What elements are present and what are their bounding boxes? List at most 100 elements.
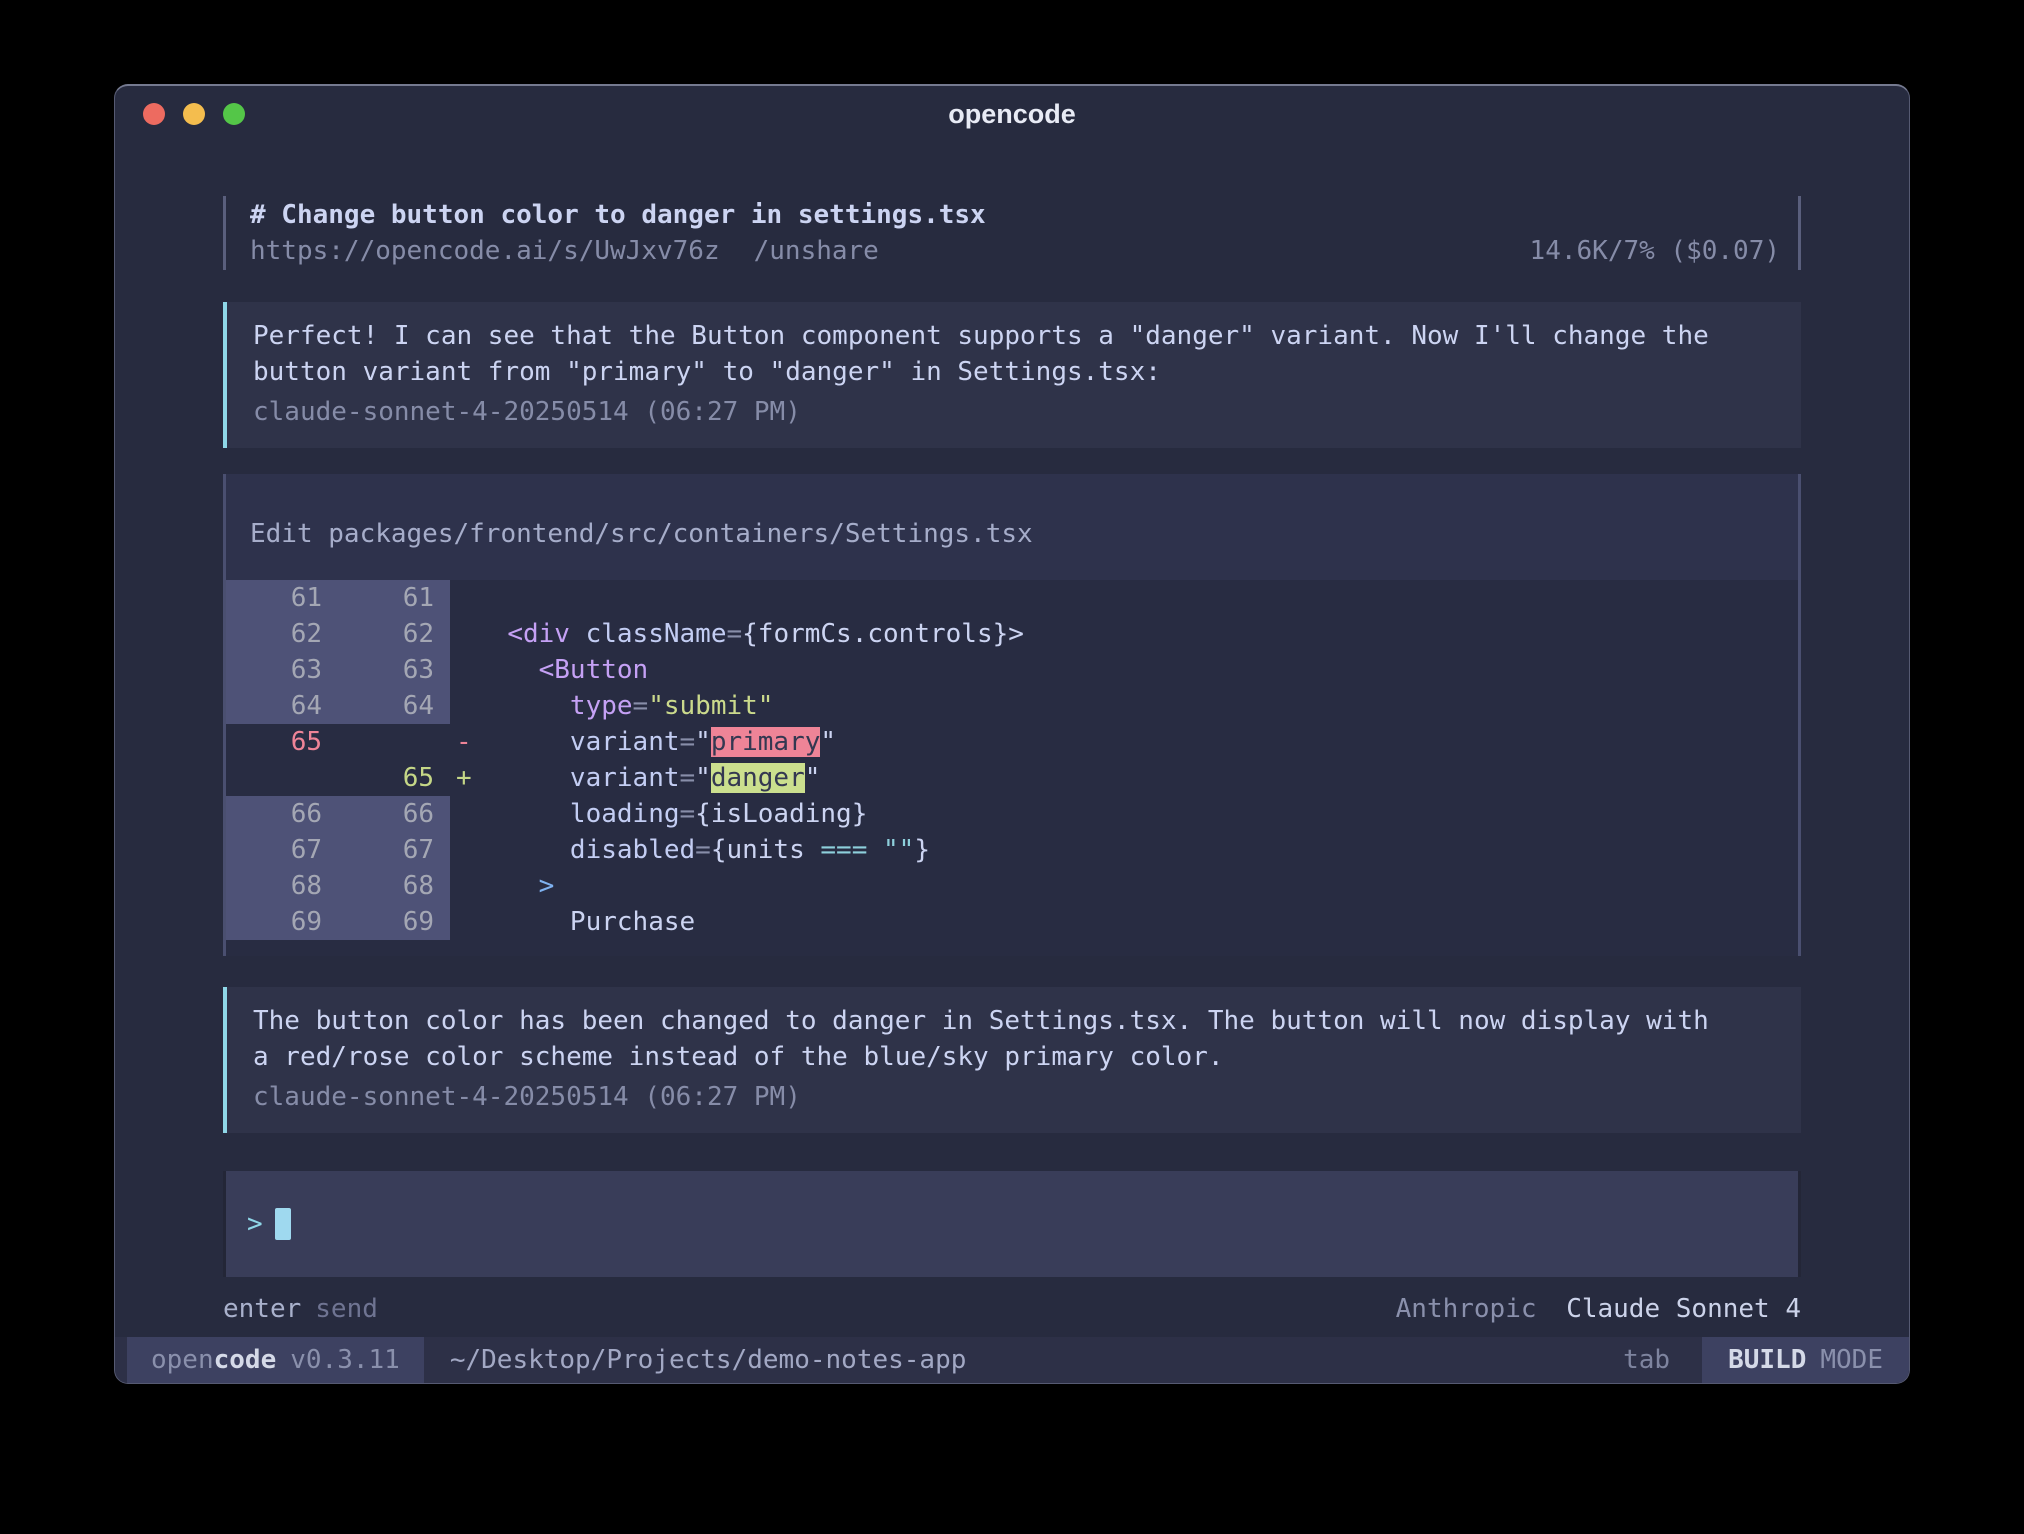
app-name-open: open [151, 1345, 214, 1375]
diff-row: 65 - variant="primary" [226, 724, 1798, 760]
code-segment [476, 871, 539, 901]
assistant-message: The button color has been changed to dan… [223, 987, 1801, 1133]
code-segment: = [695, 835, 711, 865]
code-segment: disabled [570, 835, 695, 865]
new-line-number: 63 [338, 652, 450, 688]
code-segment: = [680, 763, 696, 793]
new-line-number: 66 [338, 796, 450, 832]
token-usage: 14.6K/7% ($0.07) [1530, 233, 1780, 269]
new-line-number: 69 [338, 904, 450, 940]
new-line-number: 61 [338, 580, 450, 616]
session-title: # Change button color to danger in setti… [250, 197, 986, 233]
model-name: Claude Sonnet 4 [1566, 1294, 1801, 1324]
code-line: variant="primary" [476, 724, 1798, 760]
code-segment: type [570, 691, 633, 721]
code-segment: loading [570, 799, 680, 829]
code-segment: > [1008, 619, 1024, 649]
old-line-number: 63 [226, 652, 338, 688]
screen: { "window": { "title": "opencode" }, "he… [0, 0, 2024, 1534]
share-url-link[interactable]: https://opencode.ai/s/UwJxv76z [250, 233, 720, 269]
code-line: > [476, 868, 1798, 904]
new-line-number: 62 [338, 616, 450, 652]
diff-marker [450, 796, 476, 832]
diff-marker [450, 904, 476, 940]
enter-key-hint: enter [223, 1291, 301, 1327]
diff-marker [450, 616, 476, 652]
working-directory: ~/Desktop/Projects/demo-notes-app [450, 1337, 967, 1383]
mode-chip: BUILD MODE [1702, 1337, 1909, 1383]
code-line: variant="danger" [476, 760, 1798, 796]
diff-row: 65+ variant="danger" [226, 760, 1798, 796]
diff-row: 6262 <div className={formCs.controls}> [226, 616, 1798, 652]
diff-row: 6161 [226, 580, 1798, 616]
code-line: <div className={formCs.controls}> [476, 616, 1798, 652]
code-segment [476, 835, 570, 865]
diff-marker [450, 832, 476, 868]
close-button[interactable] [143, 103, 165, 125]
edit-file-title: Edit packages/frontend/src/containers/Se… [226, 474, 1798, 580]
window-title: opencode [948, 99, 1076, 130]
code-segment: <Button [539, 655, 649, 685]
diff-marker: - [450, 724, 476, 760]
code-segment [476, 799, 570, 829]
new-line-number: 68 [338, 868, 450, 904]
diff-rows: 61616262 <div className={formCs.controls… [226, 580, 1798, 956]
code-segment: "" [883, 835, 914, 865]
code-segment [476, 691, 570, 721]
app-name-code: code [214, 1345, 277, 1375]
code-segment: "submit" [648, 691, 773, 721]
code-line: loading={isLoading} [476, 796, 1798, 832]
old-line-number: 67 [226, 832, 338, 868]
tab-key-hint[interactable]: tab [1623, 1337, 1696, 1383]
app-version: v0.3.11 [290, 1345, 400, 1375]
message-meta: claude-sonnet-4-20250514 (06:27 PM) [253, 394, 1723, 430]
message-text: Perfect! I can see that the Button compo… [253, 318, 1723, 390]
new-line-number: 67 [338, 832, 450, 868]
diff-marker [450, 868, 476, 904]
diff-row: 6969 Purchase [226, 904, 1798, 940]
code-segment [476, 907, 570, 937]
old-line-number: 65 [226, 724, 338, 760]
old-line-number: 64 [226, 688, 338, 724]
code-segment: === [820, 835, 867, 865]
diff-row: 6464 type="submit" [226, 688, 1798, 724]
diff-marker [450, 652, 476, 688]
session-header: # Change button color to danger in setti… [223, 196, 1801, 270]
code-segment: {units [711, 835, 821, 865]
assistant-message: Perfect! I can see that the Button compo… [223, 302, 1801, 448]
minimize-button[interactable] [183, 103, 205, 125]
edit-tool-block: Edit packages/frontend/src/containers/Se… [223, 474, 1801, 956]
unshare-command[interactable]: /unshare [754, 233, 879, 269]
keybind-hints: enter send Anthropic Claude Sonnet 4 [223, 1291, 1801, 1327]
traffic-lights [143, 86, 245, 142]
provider-name: Anthropic [1396, 1294, 1537, 1324]
code-segment: {formCs.controls} [742, 619, 1008, 649]
code-segment: " [820, 727, 836, 757]
model-indicator: Anthropic Claude Sonnet 4 [1396, 1291, 1801, 1327]
code-segment: = [680, 799, 696, 829]
old-line-number [226, 760, 338, 796]
mode-build: BUILD [1728, 1345, 1806, 1375]
code-line [476, 580, 1798, 616]
diff-row: 6767 disabled={units === ""} [226, 832, 1798, 868]
prompt-input[interactable]: > [223, 1171, 1801, 1277]
old-line-number: 68 [226, 868, 338, 904]
diff-marker [450, 688, 476, 724]
code-segment: " [805, 763, 821, 793]
code-segment [476, 619, 507, 649]
zoom-button[interactable] [223, 103, 245, 125]
code-line: Purchase [476, 904, 1798, 940]
code-segment [476, 655, 539, 685]
code-segment: Purchase [570, 907, 695, 937]
new-line-number: 65 [338, 760, 450, 796]
code-line: disabled={units === ""} [476, 832, 1798, 868]
code-segment [476, 763, 570, 793]
code-segment: variant [570, 763, 680, 793]
old-line-number: 66 [226, 796, 338, 832]
app-version-chip: opencode v0.3.11 [127, 1337, 424, 1383]
prompt-symbol: > [247, 1209, 263, 1239]
new-line-number: 64 [338, 688, 450, 724]
code-segment: {isLoading} [695, 799, 867, 829]
diff-row: 6666 loading={isLoading} [226, 796, 1798, 832]
status-bar: opencode v0.3.11 ~/Desktop/Projects/demo… [115, 1337, 1909, 1383]
